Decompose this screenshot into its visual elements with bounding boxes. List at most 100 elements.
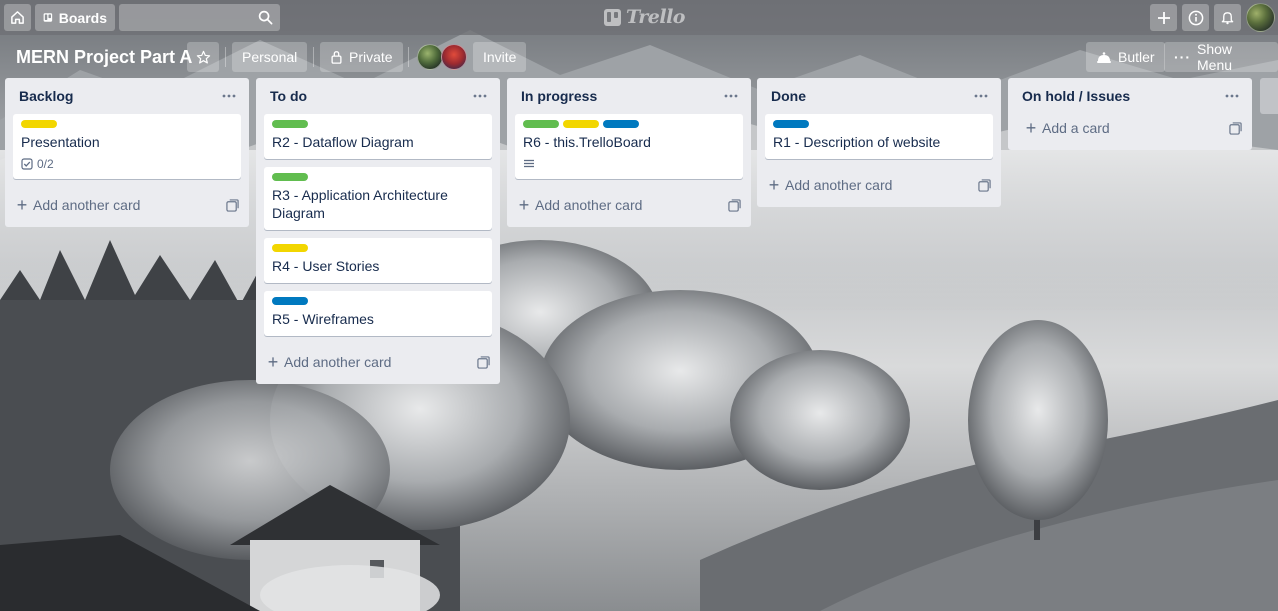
invite-button[interactable]: Invite [473, 42, 527, 72]
list-to-do: To do R2 - Dataflow Diagram R3 - Applica… [256, 78, 500, 384]
list-title[interactable]: To do [270, 88, 307, 104]
card[interactable]: R4 - User Stories [264, 238, 492, 283]
list-title[interactable]: Backlog [19, 88, 73, 104]
search-icon[interactable] [258, 10, 273, 25]
member-avatar[interactable] [441, 44, 467, 70]
add-card-label: Add another card [785, 177, 893, 193]
label-blue[interactable] [603, 120, 639, 128]
star-icon [196, 50, 210, 64]
show-menu-button[interactable]: ··· Show Menu [1164, 41, 1278, 73]
list-title[interactable]: On hold / Issues [1022, 88, 1130, 104]
home-icon [11, 11, 24, 24]
card-list: R6 - this.TrelloBoard [507, 114, 751, 179]
boards-icon [43, 13, 53, 22]
label-blue[interactable] [272, 297, 308, 305]
create-button[interactable] [1150, 4, 1177, 31]
list-menu-icon[interactable] [971, 89, 991, 103]
checklist-icon [21, 158, 33, 170]
list-backlog: Backlog Presentation 0/2 + Add another c… [5, 78, 249, 227]
card-template-icon[interactable] [1229, 121, 1242, 135]
list-title[interactable]: Done [771, 88, 806, 104]
add-card-button[interactable]: + Add a card [1008, 110, 1252, 146]
team-label: Personal [242, 49, 298, 65]
list-menu-icon[interactable] [721, 89, 741, 103]
add-card-label: Add another card [535, 197, 643, 213]
butler-button[interactable]: Butler [1086, 42, 1165, 72]
card-template-icon[interactable] [226, 198, 239, 212]
label-yellow[interactable] [21, 120, 57, 128]
list-header: Backlog [5, 78, 249, 114]
card-template-icon[interactable] [477, 355, 490, 369]
description-icon [524, 159, 534, 168]
card[interactable]: Presentation 0/2 [13, 114, 241, 179]
add-card-label: Add another card [33, 197, 141, 213]
card-list: R1 - Description of website [757, 114, 1001, 159]
list-done: Done R1 - Description of website + Add a… [757, 78, 1001, 207]
search-input[interactable] [119, 4, 280, 31]
header-divider [313, 47, 314, 67]
butler-label: Butler [1118, 49, 1155, 65]
add-card-button[interactable]: + Add another card [256, 344, 500, 380]
list-menu-icon[interactable] [219, 89, 239, 103]
add-list-stub[interactable] [1260, 78, 1278, 114]
add-card-button[interactable]: + Add another card [507, 187, 751, 223]
plus-icon: + [267, 352, 279, 372]
label-yellow[interactable] [272, 244, 308, 252]
card-template-icon[interactable] [978, 178, 991, 192]
info-icon [1188, 10, 1203, 25]
label-blue[interactable] [773, 120, 809, 128]
trello-logo[interactable]: Trello [604, 6, 685, 28]
invite-label: Invite [483, 49, 517, 65]
list-header: Done [757, 78, 1001, 114]
top-header: Boards Trello [0, 0, 1278, 35]
list-title[interactable]: In progress [521, 88, 597, 104]
visibility-label: Private [349, 49, 393, 65]
label-green[interactable] [272, 120, 308, 128]
show-menu-label: Show Menu [1197, 41, 1233, 73]
home-button[interactable] [4, 4, 31, 31]
list-header: To do [256, 78, 500, 114]
card-title: R5 - Wireframes [272, 311, 374, 327]
butler-icon [1097, 52, 1111, 63]
team-button[interactable]: Personal [232, 42, 308, 72]
boards-label: Boards [58, 9, 107, 26]
card[interactable]: R5 - Wireframes [264, 291, 492, 336]
plus-icon: + [1025, 118, 1037, 138]
member-avatar[interactable] [417, 44, 443, 70]
card-labels [272, 244, 484, 252]
list-menu-icon[interactable] [470, 89, 490, 103]
user-avatar[interactable] [1246, 3, 1275, 32]
label-yellow[interactable] [563, 120, 599, 128]
label-green[interactable] [272, 173, 308, 181]
label-green[interactable] [523, 120, 559, 128]
list-on-hold-issues: On hold / Issues + Add a card [1008, 78, 1252, 150]
list-header: On hold / Issues [1008, 78, 1252, 114]
card-badges: 0/2 [21, 157, 233, 171]
board-title[interactable]: MERN Project Part A [10, 41, 198, 73]
card-title: R1 - Description of website [773, 134, 941, 150]
header-divider [408, 47, 409, 67]
card[interactable]: R2 - Dataflow Diagram [264, 114, 492, 159]
boards-button[interactable]: Boards [35, 4, 115, 31]
card-badges [523, 157, 735, 171]
card[interactable]: R1 - Description of website [765, 114, 993, 159]
visibility-button[interactable]: Private [320, 42, 403, 72]
card-title: R6 - this.TrelloBoard [523, 134, 651, 150]
star-button[interactable] [187, 42, 219, 72]
notifications-button[interactable] [1214, 4, 1241, 31]
add-card-button[interactable]: + Add another card [5, 187, 249, 223]
search-box[interactable] [119, 4, 280, 31]
list-in-progress: In progress R6 - this.TrelloBoard + Add … [507, 78, 751, 227]
card-title: R2 - Dataflow Diagram [272, 134, 414, 150]
logo-text: Trello [626, 6, 685, 28]
card-template-icon[interactable] [728, 198, 741, 212]
checklist-badge: 0/2 [21, 157, 54, 171]
info-button[interactable] [1182, 4, 1209, 31]
card[interactable]: R6 - this.TrelloBoard [515, 114, 743, 179]
card[interactable]: R3 - Application Architecture Diagram [264, 167, 492, 230]
card-list: R2 - Dataflow Diagram R3 - Application A… [256, 114, 500, 336]
add-card-button[interactable]: + Add another card [757, 167, 1001, 203]
card-title: Presentation [21, 134, 100, 150]
list-menu-icon[interactable] [1222, 89, 1242, 103]
header-divider [225, 47, 226, 67]
